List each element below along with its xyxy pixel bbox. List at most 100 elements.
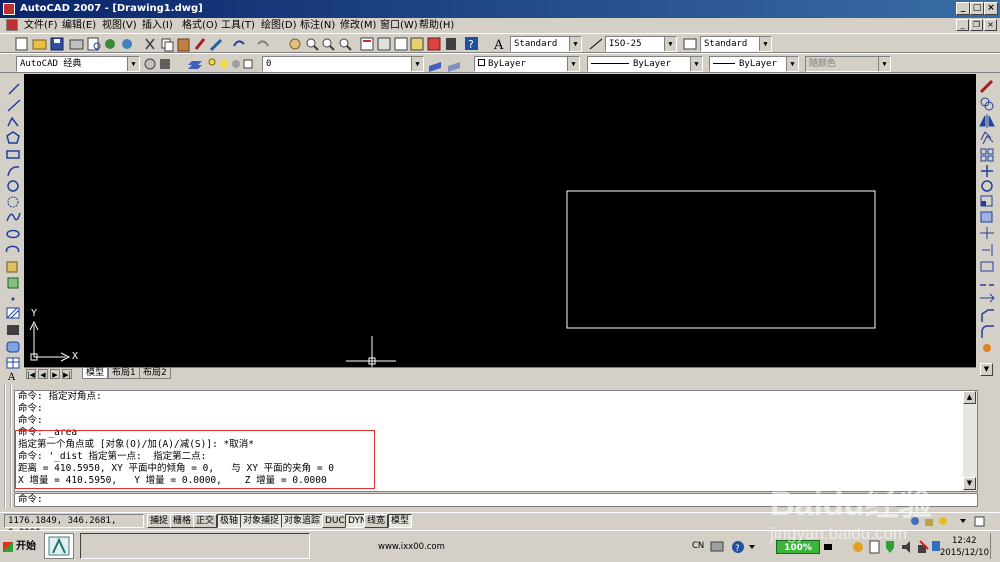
next-tab-icon[interactable]: ▶ <box>50 369 60 379</box>
match-properties-icon <box>194 38 206 50</box>
close-button[interactable]: × <box>984 2 998 15</box>
line-icon <box>8 83 20 95</box>
battery-indicator[interactable]: 100% <box>776 540 820 554</box>
otrack-toggle[interactable]: 对象追踪 <box>281 514 324 528</box>
zoom-previous-icon <box>339 38 352 51</box>
chevron-down-icon[interactable]: ▼ <box>980 363 993 376</box>
language-indicator[interactable]: CN <box>692 541 704 551</box>
chamfer-icon <box>981 309 994 322</box>
plot-preview-icon <box>87 37 101 51</box>
command-line: 命令: <box>18 403 43 414</box>
chevron-down-icon[interactable]: ▼ <box>786 57 798 71</box>
crosshair-cursor-icon <box>346 336 396 367</box>
menu-format[interactable]: 格式(O) <box>182 18 218 33</box>
menu-tools[interactable]: 工具(T) <box>221 18 255 33</box>
maximize-button[interactable]: □ <box>970 2 984 15</box>
browser-task-button[interactable] <box>80 533 310 559</box>
doc-minimize-button[interactable]: _ <box>956 19 969 31</box>
construction-line-icon <box>7 99 21 112</box>
windows-logo-icon <box>3 542 13 552</box>
prev-tab-icon[interactable]: ◀ <box>38 369 48 379</box>
workspace-settings-icon <box>144 58 156 70</box>
layer-select[interactable]: 0 ▼ <box>262 56 424 72</box>
chevron-down-icon[interactable]: ▼ <box>567 57 579 71</box>
table-icon <box>6 357 20 369</box>
menu-edit[interactable]: 编辑(E) <box>62 18 96 33</box>
lineweight-value: ByLayer <box>739 59 777 69</box>
chevron-down-icon[interactable]: ▼ <box>759 37 771 51</box>
make-object-layer-current-icon <box>429 62 441 72</box>
chevron-down-icon[interactable]: ▼ <box>690 57 702 71</box>
ucs-icon <box>29 320 71 362</box>
lineweight-select[interactable]: ByLayer ▼ <box>709 56 799 72</box>
color-select[interactable]: ByLayer ▼ <box>474 56 580 72</box>
menu-arrow-icon <box>960 519 966 523</box>
shield-icon <box>886 541 894 553</box>
command-scrollbar[interactable]: ▲ ▼ <box>963 391 977 491</box>
command-line: 命令: <box>18 415 43 426</box>
workspace-select[interactable]: AutoCAD 经典 ▼ <box>16 56 140 72</box>
tab-layout1[interactable]: 布局1 <box>108 368 140 379</box>
grid-toggle[interactable]: 栅格 <box>170 514 195 528</box>
sheet-set-icon <box>410 37 424 51</box>
menu-help[interactable]: 帮助(H) <box>419 18 454 33</box>
dim-style-select[interactable]: ISO-25 ▼ <box>605 36 677 52</box>
ortho-toggle[interactable]: 正交 <box>193 514 218 528</box>
minimize-button[interactable]: _ <box>956 2 970 15</box>
copy-icon <box>161 38 174 52</box>
power-plug-icon <box>824 544 832 550</box>
menu-insert[interactable]: 插入(I) <box>142 18 173 33</box>
scroll-up-icon[interactable]: ▲ <box>963 391 976 404</box>
tab-model[interactable]: 模型 <box>82 368 109 379</box>
task-window-text: www.ixx00.com <box>378 542 445 552</box>
model-toggle[interactable]: 模型 <box>388 514 413 528</box>
chevron-down-icon[interactable]: ▼ <box>664 37 676 51</box>
doc-restore-button[interactable]: ❐ <box>970 19 983 31</box>
menu-draw[interactable]: 绘图(D) <box>261 18 297 33</box>
autocad-task-button[interactable] <box>44 533 74 559</box>
command-window-grip[interactable] <box>4 384 12 508</box>
chevron-down-icon[interactable]: ▼ <box>411 57 423 71</box>
modify-toolbar <box>976 74 998 359</box>
scroll-down-icon[interactable]: ▼ <box>963 477 976 490</box>
copy-object-icon <box>980 97 994 111</box>
standard-toolbar: ? A Standard ▼ ISO-25 ▼ Standard ▼ <box>0 33 1000 53</box>
region-icon <box>6 341 20 353</box>
menu-view[interactable]: 视图(V) <box>102 18 137 33</box>
tab-layout2[interactable]: 布局2 <box>139 368 171 379</box>
svg-text:A: A <box>493 38 504 53</box>
extend-icon <box>982 244 993 256</box>
chevron-down-icon: ▼ <box>878 57 890 71</box>
show-desktop-button[interactable] <box>990 533 998 559</box>
last-tab-icon[interactable]: ▶| <box>62 369 72 379</box>
command-prompt: 命令: <box>18 494 43 505</box>
chevron-down-icon[interactable]: ▼ <box>569 37 581 51</box>
command-input[interactable]: 命令: <box>14 493 978 507</box>
first-tab-icon[interactable]: |◀ <box>26 369 36 379</box>
hatch-icon <box>6 307 20 319</box>
text-style-select[interactable]: Standard ▼ <box>510 36 582 52</box>
rectangle-icon <box>6 150 20 159</box>
polar-toggle[interactable]: 极轴 <box>217 514 242 528</box>
autocad-app-icon[interactable] <box>3 3 15 15</box>
osnap-toggle[interactable]: 对象捕捉 <box>240 514 283 528</box>
linetype-select[interactable]: ByLayer ▼ <box>587 56 703 72</box>
snap-toggle[interactable]: 捕捉 <box>147 514 172 528</box>
table-style-select[interactable]: Standard ▼ <box>700 36 772 52</box>
menu-window[interactable]: 窗口(W) <box>380 18 418 33</box>
document-icon[interactable] <box>6 19 18 31</box>
polygon-icon <box>6 131 20 144</box>
menu-modify[interactable]: 修改(M) <box>340 18 376 33</box>
lineweight-toggle[interactable]: 线宽 <box>364 514 389 528</box>
doc-close-button[interactable]: × <box>984 19 997 31</box>
start-button[interactable]: 开始 <box>2 537 38 557</box>
start-label: 开始 <box>16 541 36 552</box>
coordinate-readout[interactable]: 1176.1849, 346.2681, 0.0000 <box>4 514 144 538</box>
chevron-down-icon[interactable]: ▼ <box>127 57 139 71</box>
drawing-canvas[interactable]: Y X <box>24 74 976 367</box>
menu-file[interactable]: 文件(F) <box>24 18 58 33</box>
menu-dimension[interactable]: 标注(N) <box>300 18 335 33</box>
speaker-icon <box>902 541 910 553</box>
status-bar: 1176.1849, 346.2681, 0.0000 捕捉 栅格 正交 极轴 … <box>0 512 1000 538</box>
dim-style-value: ISO-25 <box>609 39 642 49</box>
